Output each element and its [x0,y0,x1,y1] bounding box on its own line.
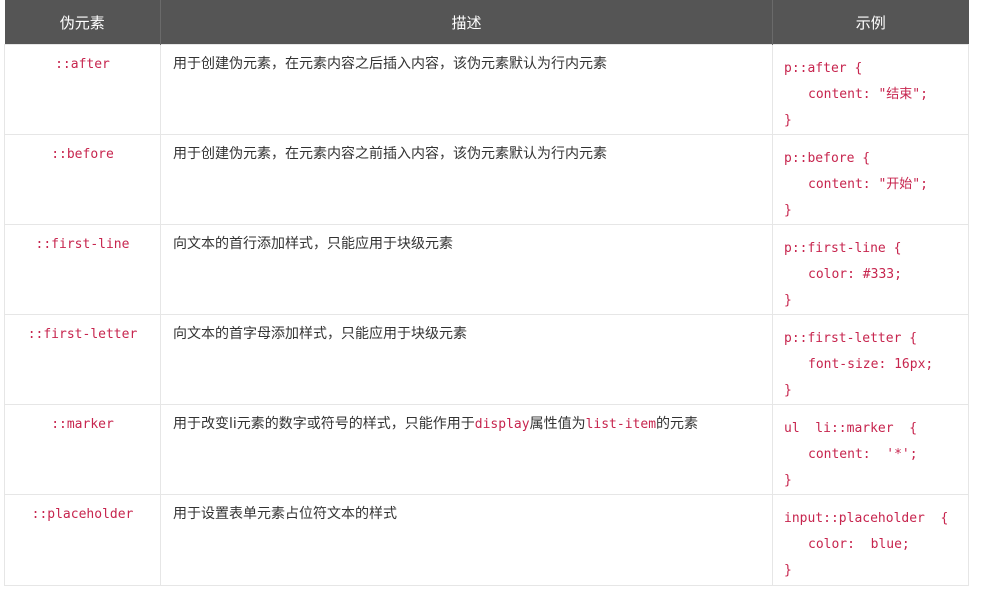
example-cell: input::placeholder { color: blue; } [772,494,969,586]
pseudo-name: ::marker [51,417,114,432]
table-header-row: 伪元素 描述 示例 [4,0,969,45]
table-row: ::first-line 向文本的首行添加样式，只能应用于块级元素 p::fir… [4,224,969,315]
description-cell: 用于改变li元素的数字或符号的样式，只能作用于display属性值为list-i… [160,404,773,495]
code-line: p::first-line { [784,241,902,256]
pseudo-name: ::after [55,57,110,72]
header-description: 描述 [160,0,773,45]
code-line: content: "开始"; [808,177,928,192]
pseudo-name-cell: ::placeholder [4,494,161,586]
pseudo-name-cell: ::after [4,44,161,135]
example-cell: p::first-letter { font-size: 16px; } [772,314,969,405]
description-text: 的元素 [656,416,699,432]
code-line: p::first-letter { [784,331,918,346]
code-line: input::placeholder { [784,511,949,526]
pseudo-name-cell: ::first-letter [4,314,161,405]
pseudo-name-cell: ::before [4,134,161,225]
code-line: p::before { [784,151,871,166]
code-line: p::after { [784,61,863,76]
description-cell: 向文本的首行添加样式，只能应用于块级元素 [160,224,773,315]
description-cell: 向文本的首字母添加样式，只能应用于块级元素 [160,314,773,405]
example-cell: p::before { content: "开始"; } [772,134,969,225]
table-row: ::after 用于创建伪元素，在元素内容之后插入内容，该伪元素默认为行内元素 … [4,44,969,135]
pseudo-name: ::placeholder [31,507,134,522]
example-cell: p::first-line { color: #333; } [772,224,969,315]
code-line: content: '*'; [808,447,918,462]
code-line: } [784,113,792,128]
description-cell: 用于创建伪元素，在元素内容之前插入内容，该伪元素默认为行内元素 [160,134,773,225]
pseudo-elements-table: 伪元素 描述 示例 ::after 用于创建伪元素，在元素内容之后插入内容，该伪… [4,0,969,586]
inline-code-display: display [474,417,530,432]
pseudo-name: ::before [51,147,114,162]
description-text: 属性值为 [529,416,586,432]
code-line: content: "结束"; [808,87,928,102]
table-row: ::placeholder 用于设置表单元素占位符文本的样式 input::pl… [4,494,969,586]
code-line: font-size: 16px; [808,357,934,372]
code-line: } [784,293,792,308]
table-row: ::before 用于创建伪元素，在元素内容之前插入内容，该伪元素默认为行内元素… [4,134,969,225]
table-row: ::first-letter 向文本的首字母添加样式，只能应用于块级元素 p::… [4,314,969,405]
pseudo-name-cell: ::marker [4,404,161,495]
description-text: 用于改变li元素的数字或符号的样式，只能作用于 [173,416,475,432]
table-row: ::marker 用于改变li元素的数字或符号的样式，只能作用于display属… [4,404,969,495]
code-line: } [784,203,792,218]
inline-code-list-item: list-item [585,417,657,432]
example-cell: ul li::marker { content: '*'; } [772,404,969,495]
code-line: } [784,383,792,398]
code-line: color: #333; [808,267,902,282]
pseudo-name: ::first-line [35,237,130,252]
description-cell: 用于设置表单元素占位符文本的样式 [160,494,773,586]
code-line: ul li::marker { [784,421,918,436]
description-cell: 用于创建伪元素，在元素内容之后插入内容，该伪元素默认为行内元素 [160,44,773,135]
pseudo-name: ::first-letter [27,327,138,342]
pseudo-name-cell: ::first-line [4,224,161,315]
code-line: color: blue; [808,537,910,552]
code-line: } [784,563,792,578]
header-example: 示例 [772,0,969,45]
header-pseudo: 伪元素 [4,0,161,45]
code-line: } [784,473,792,488]
example-cell: p::after { content: "结束"; } [772,44,969,135]
